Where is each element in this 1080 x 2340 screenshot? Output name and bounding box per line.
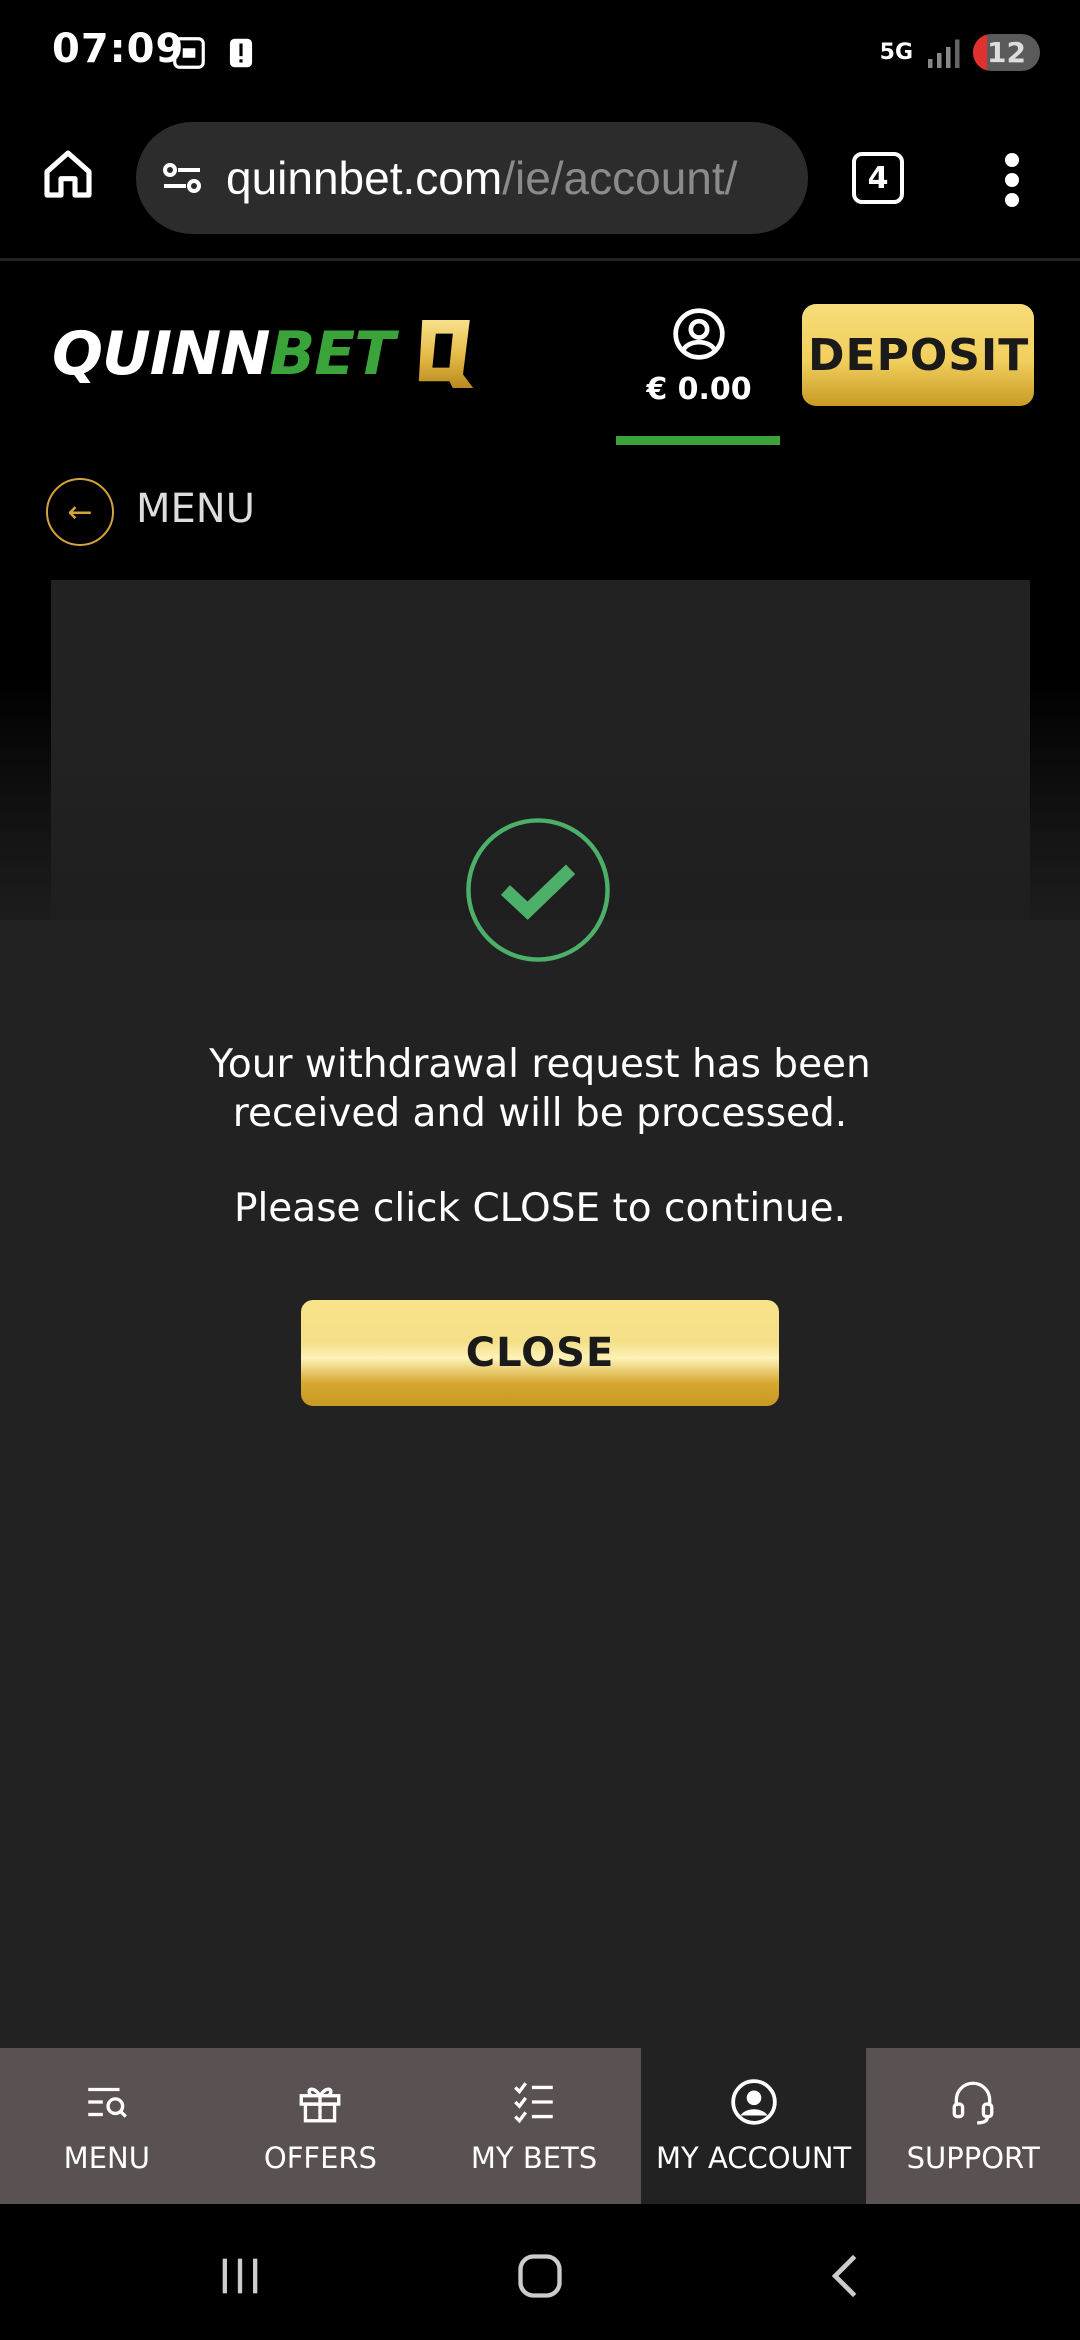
nav-item-menu[interactable]: MENU: [0, 2048, 214, 2204]
account-balance: € 0.00: [646, 372, 752, 407]
nav-item-support[interactable]: SUPPORT: [866, 2048, 1080, 2204]
address-bar[interactable]: quinnbet.com/ie/account/: [136, 122, 808, 234]
site-settings-icon[interactable]: [158, 154, 206, 202]
alert-icon: [229, 38, 253, 68]
browser-divider: [0, 258, 1080, 261]
back-arrow-icon[interactable]: ←: [46, 478, 114, 546]
signal-icon: [928, 39, 960, 68]
network-indicator: 5G: [879, 39, 914, 65]
menu-search-icon: [88, 2087, 127, 2118]
status-icons: [170, 34, 260, 72]
q-logo-icon: [418, 320, 474, 388]
recents-icon[interactable]: [214, 2250, 266, 2302]
url-path: /ie/account/: [502, 152, 738, 204]
url-domain: quinnbet.com: [226, 152, 503, 204]
user-circle-icon: [730, 2079, 777, 2125]
nav-item-my-bets[interactable]: MY BETS: [427, 2048, 641, 2204]
nav-label-support: SUPPORT: [906, 2141, 1040, 2175]
gift-icon: [299, 2087, 341, 2123]
account-active-indicator: [616, 436, 780, 445]
nav-item-my-account[interactable]: MY ACCOUNT: [640, 2048, 867, 2204]
home-icon[interactable]: [40, 146, 96, 202]
deposit-button[interactable]: DEPOSIT: [802, 304, 1034, 406]
back-menu-label[interactable]: MENU: [136, 486, 255, 532]
status-time: 07:09: [52, 26, 185, 72]
nav-label-offers: OFFERS: [263, 2141, 377, 2175]
home-system-icon[interactable]: [514, 2250, 566, 2302]
logo-text-bet: BET: [269, 319, 395, 389]
bottom-navigation: MENU OFFERS MY BETS MY ACCOUNT SUPPORT: [0, 2048, 1080, 2204]
close-button[interactable]: CLOSE: [301, 1300, 779, 1406]
success-check-icon: [466, 818, 610, 962]
nav-label-my-bets: MY BETS: [470, 2141, 598, 2175]
nav-label-my-account: MY ACCOUNT: [655, 2141, 852, 2175]
withdrawal-confirmation-message: Your withdrawal request has been receive…: [209, 1042, 871, 1136]
user-circle-icon: [673, 308, 725, 360]
more-options-icon[interactable]: [992, 150, 1032, 210]
nav-label-menu: MENU: [63, 2141, 150, 2175]
battery-indicator: 12: [973, 34, 1040, 71]
screenshot-icon: [173, 37, 205, 69]
account-button[interactable]: € 0.00: [618, 306, 780, 446]
continue-instruction: Please click CLOSE to continue.: [233, 1186, 847, 1231]
headset-icon: [952, 2081, 994, 2125]
tab-switcher-button[interactable]: 4: [852, 152, 904, 204]
nav-item-offers[interactable]: OFFERS: [214, 2048, 428, 2204]
quinnbet-logo[interactable]: QUINN BET: [52, 316, 480, 392]
system-navigation-bar: [0, 2204, 1080, 2340]
back-system-icon[interactable]: [820, 2250, 872, 2302]
status-right: 5G 12: [880, 34, 1040, 71]
url-text[interactable]: quinnbet.com/ie/account/: [226, 151, 786, 205]
logo-text-quinn: QUINN: [52, 319, 270, 389]
checklist-icon: [514, 2082, 553, 2124]
